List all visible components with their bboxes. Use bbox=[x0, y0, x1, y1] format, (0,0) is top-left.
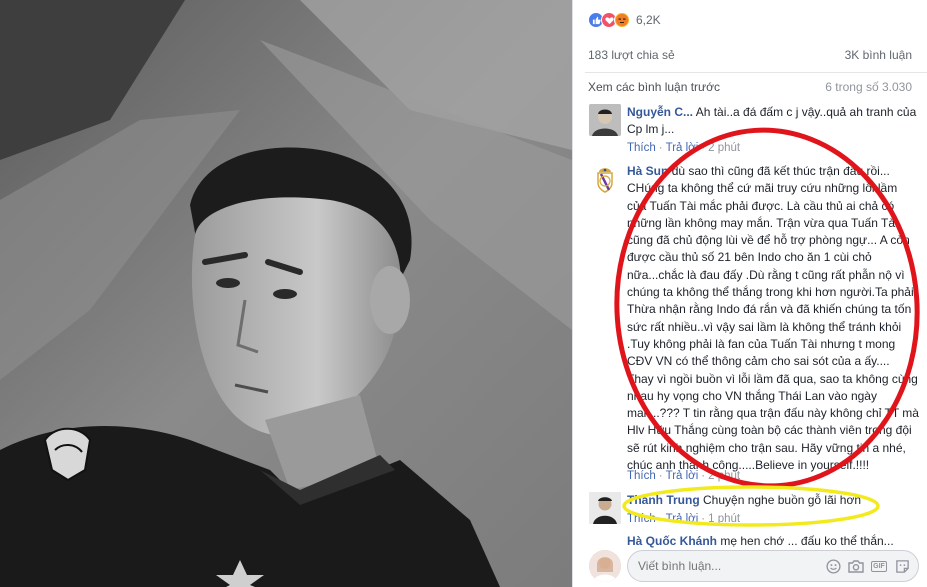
photo-panel bbox=[0, 0, 572, 587]
comment-body: Hà Sun dù sao thì cũng đã kết thúc trận … bbox=[627, 163, 919, 474]
comment-actions: Thích · Trả lời · 2 phút bbox=[627, 470, 741, 482]
comment-item: Hà Quốc Khánh mẹ hen chớ ... đấu ko thể … bbox=[585, 534, 919, 548]
reaction-count[interactable]: 6,2K bbox=[636, 13, 661, 27]
comment-item: Hà Sun dù sao thì cũng đã kết thúc trận … bbox=[585, 163, 919, 483]
comment-author[interactable]: Thanh Trung bbox=[627, 493, 700, 507]
angry-icon bbox=[614, 12, 630, 28]
comment-body: Nguyễn C... Ah tài..a đá đấm c j vậy..qu… bbox=[627, 104, 919, 139]
screenshot-root: 6,2K 183 lượt chia sẻ 3K bình luận Xem c… bbox=[0, 0, 927, 587]
sticker-icon[interactable] bbox=[894, 558, 910, 574]
reply-link[interactable]: Trả lời bbox=[666, 513, 699, 525]
comment-body: Thanh Trung Chuyện nghe buồn gỗ lãi hơn bbox=[627, 492, 919, 509]
share-count[interactable]: 183 lượt chia sẻ bbox=[588, 48, 675, 68]
comment-author[interactable]: Nguyễn C... bbox=[627, 105, 693, 119]
post-photo[interactable] bbox=[0, 0, 572, 587]
comment-item: Thanh Trung Chuyện nghe buồn gỗ lãi hơn … bbox=[585, 492, 919, 536]
comment-text: dù sao thì cũng đã kết thúc trận đấu rồi… bbox=[627, 164, 919, 473]
avatar[interactable] bbox=[589, 550, 621, 582]
camera-icon[interactable] bbox=[848, 558, 864, 574]
comment-input[interactable] bbox=[638, 559, 758, 573]
comment-composer: GIF bbox=[585, 548, 919, 584]
comment-time[interactable]: 2 phút bbox=[708, 142, 740, 154]
comment-time[interactable]: 2 phút bbox=[708, 470, 740, 482]
comment-time[interactable]: 1 phút bbox=[708, 513, 740, 525]
emoji-icon[interactable] bbox=[825, 558, 841, 574]
avatar[interactable] bbox=[589, 492, 621, 524]
previous-comments-bar: Xem các bình luận trước 6 trong số 3.030 bbox=[573, 80, 927, 100]
comment-actions: Thích · Trả lời · 1 phút bbox=[627, 513, 741, 525]
like-link[interactable]: Thích bbox=[627, 513, 656, 525]
real-madrid-crest-icon bbox=[597, 168, 613, 193]
comment-actions: Thích · Trả lời · 2 phút bbox=[627, 142, 741, 154]
comment-text: mẹ hen chớ ... đấu ko thể thắn... bbox=[720, 534, 894, 548]
comment-author[interactable]: Hà Quốc Khánh bbox=[627, 534, 717, 548]
composer-icons: GIF bbox=[825, 558, 918, 574]
comment-position-count: 6 trong số 3.030 bbox=[825, 80, 912, 94]
divider bbox=[585, 72, 927, 73]
player-photo-illustration bbox=[0, 0, 572, 587]
like-link[interactable]: Thích bbox=[627, 142, 656, 154]
comment-item: Nguyễn C... Ah tài..a đá đấm c j vậy..qu… bbox=[585, 104, 919, 162]
like-link[interactable]: Thích bbox=[627, 470, 656, 482]
engagement-stats: 183 lượt chia sẻ 3K bình luận bbox=[573, 48, 927, 68]
comments-panel: 6,2K 183 lượt chia sẻ 3K bình luận Xem c… bbox=[572, 0, 927, 587]
comment-author[interactable]: Hà Sun bbox=[627, 164, 668, 178]
reply-link[interactable]: Trả lời bbox=[666, 142, 699, 154]
reply-link[interactable]: Trả lời bbox=[666, 470, 699, 482]
avatar[interactable] bbox=[589, 104, 621, 136]
comment-body: Hà Quốc Khánh mẹ hen chớ ... đấu ko thể … bbox=[627, 534, 919, 548]
gif-icon[interactable]: GIF bbox=[871, 558, 887, 574]
comment-count[interactable]: 3K bình luận bbox=[845, 48, 912, 68]
avatar[interactable] bbox=[589, 163, 621, 195]
comment-text: Chuyện nghe buồn gỗ lãi hơn bbox=[703, 493, 861, 507]
view-previous-comments-link[interactable]: Xem các bình luận trước bbox=[588, 80, 720, 100]
reactions-summary[interactable]: 6,2K bbox=[573, 8, 927, 32]
comment-input-box[interactable]: GIF bbox=[627, 550, 919, 582]
